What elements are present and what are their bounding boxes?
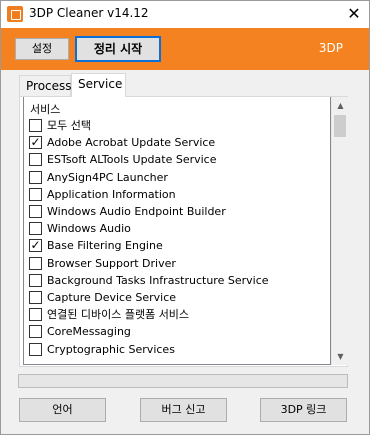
window-title: 3DP Cleaner v14.12: [29, 6, 149, 20]
list-item-label: Cryptographic Services: [47, 342, 175, 356]
start-clean-button[interactable]: 정리 시작: [75, 36, 161, 62]
checkbox[interactable]: [29, 256, 42, 270]
list-item[interactable]: ✓ Adobe Acrobat Update Service: [24, 134, 330, 151]
close-button[interactable]: ✕: [339, 1, 369, 28]
checkbox[interactable]: [29, 119, 42, 132]
settings-button[interactable]: 설정: [15, 38, 69, 60]
scroll-thumb[interactable]: [334, 115, 346, 137]
list-item[interactable]: ESTsoft ALTools Update Service: [24, 151, 330, 168]
language-button[interactable]: 언어: [19, 398, 106, 422]
checkbox[interactable]: [29, 205, 42, 218]
tab-process[interactable]: Process: [19, 75, 72, 96]
list-item-label: 모두 선택: [47, 119, 91, 132]
list-scrollbar[interactable]: ▲ ▼: [331, 97, 348, 365]
list-item-label: Windows Audio Endpoint Builder: [47, 205, 226, 218]
tab-service[interactable]: Service: [71, 73, 126, 97]
list-item-label: Windows Audio: [47, 222, 131, 236]
service-panel: 서비스 모두 선택 ✓ Adobe Acrobat Update Service ES…: [19, 96, 348, 367]
list-item[interactable]: Cryptographic Services: [24, 341, 330, 358]
service-list[interactable]: 서비스 모두 선택 ✓ Adobe Acrobat Update Service ES…: [23, 97, 331, 365]
list-item[interactable]: Background Tasks Infrastructure Service: [24, 272, 330, 289]
app-icon: [7, 6, 23, 22]
scroll-down-arrow-icon[interactable]: ▼: [332, 348, 349, 365]
checkbox[interactable]: [29, 308, 42, 322]
title-bar[interactable]: 3DP Cleaner v14.12 ✕: [1, 1, 369, 28]
list-item[interactable]: Application Information: [24, 186, 330, 203]
list-item-label: Capture Device Service: [47, 291, 177, 304]
checkbox[interactable]: ✓: [29, 239, 42, 253]
list-item-label: ESTsoft ALTools Update Service: [47, 153, 217, 167]
bug-report-button[interactable]: 버그 신고: [140, 398, 227, 422]
checkbox[interactable]: [29, 291, 42, 304]
list-item[interactable]: Windows Audio Endpoint Builder: [24, 203, 330, 220]
list-item-label: Base Filtering Engine: [47, 239, 163, 253]
list-item[interactable]: Windows Audio: [24, 220, 330, 237]
scroll-up-arrow-icon[interactable]: ▲: [332, 97, 349, 114]
checkbox[interactable]: [29, 187, 42, 201]
checkbox[interactable]: [29, 170, 42, 184]
brand-label: 3DP: [318, 41, 343, 55]
list-item[interactable]: 모두 선택: [24, 117, 330, 134]
3dp-link-button[interactable]: 3DP 링크: [260, 398, 347, 422]
list-item-label: Background Tasks Infrastructure Service: [47, 273, 269, 287]
list-item-label: Application Information: [47, 187, 176, 201]
list-item[interactable]: CoreMessaging: [24, 323, 330, 340]
checkbox[interactable]: [29, 325, 42, 339]
list-item-label: 연결된 디바이스 플랫폼 서비스: [47, 308, 190, 322]
list-item[interactable]: Browser Support Driver: [24, 255, 330, 272]
checkbox[interactable]: [29, 222, 42, 236]
list-item-label: Adobe Acrobat Update Service: [47, 136, 216, 150]
progress-bar: [18, 374, 348, 388]
list-item[interactable]: 연결된 디바이스 플랫폼 서비스: [24, 306, 330, 323]
list-item[interactable]: AnySign4PC Launcher: [24, 169, 330, 186]
checkbox[interactable]: [29, 342, 42, 356]
checkbox[interactable]: ✓: [29, 136, 42, 150]
header-band: 설정 정리 시작 3DP: [1, 28, 369, 70]
checkbox[interactable]: [29, 153, 42, 167]
app-window: 3DP Cleaner v14.12 ✕ 설정 정리 시작 3DP Proces…: [0, 0, 370, 435]
list-header: 서비스: [30, 103, 61, 116]
list-item[interactable]: ✓ Base Filtering Engine: [24, 237, 330, 254]
list-item-label: AnySign4PC Launcher: [47, 170, 168, 184]
list-item[interactable]: Capture Device Service: [24, 289, 330, 306]
list-item-label: CoreMessaging: [47, 325, 131, 339]
list-item-label: Browser Support Driver: [47, 256, 176, 270]
checkbox[interactable]: [29, 273, 42, 287]
